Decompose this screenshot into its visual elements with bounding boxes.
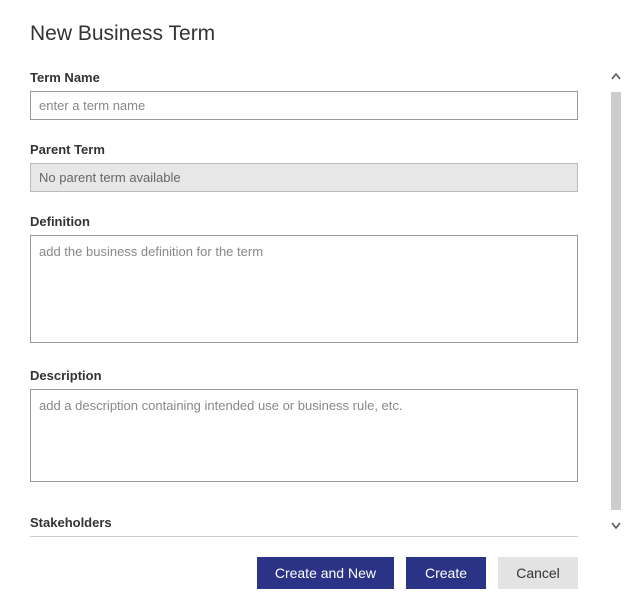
stakeholders-label: Stakeholders xyxy=(30,515,578,530)
button-row: Create and New Create Cancel xyxy=(30,557,578,601)
scroll-up-icon[interactable] xyxy=(608,68,624,86)
scrollbar[interactable] xyxy=(608,0,624,604)
dialog-new-business-term: New Business Term Term Name Parent Term … xyxy=(0,0,624,604)
page-title: New Business Term xyxy=(30,22,578,46)
term-name-input[interactable] xyxy=(30,91,578,120)
field-parent-term: Parent Term No parent term available xyxy=(30,142,578,192)
scroll-thumb[interactable] xyxy=(611,92,621,510)
scroll-down-icon[interactable] xyxy=(608,516,624,534)
create-and-new-button[interactable]: Create and New xyxy=(257,557,394,589)
definition-label: Definition xyxy=(30,214,578,229)
field-term-name: Term Name xyxy=(30,70,578,120)
field-description: Description xyxy=(30,368,578,485)
form-content: New Business Term Term Name Parent Term … xyxy=(0,0,608,604)
description-textarea[interactable] xyxy=(30,389,578,482)
parent-term-label: Parent Term xyxy=(30,142,578,157)
term-name-label: Term Name xyxy=(30,70,578,85)
field-stakeholders: Stakeholders xyxy=(30,515,578,537)
create-button[interactable]: Create xyxy=(406,557,486,589)
cancel-button[interactable]: Cancel xyxy=(498,557,578,589)
description-label: Description xyxy=(30,368,578,383)
parent-term-readonly: No parent term available xyxy=(30,163,578,192)
definition-textarea[interactable] xyxy=(30,235,578,343)
field-definition: Definition xyxy=(30,214,578,346)
